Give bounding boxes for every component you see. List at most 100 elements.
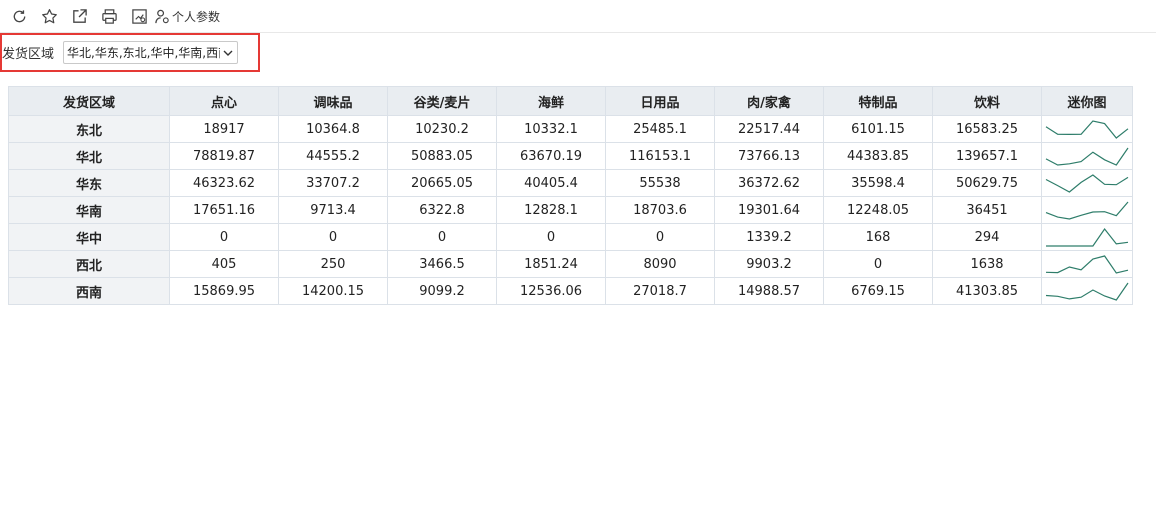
star-icon[interactable] [34,1,64,31]
value-cell[interactable]: 9099.2 [387,277,497,305]
value-cell[interactable]: 0 [823,250,933,278]
sparkline-cell [1041,250,1133,278]
column-header[interactable]: 特制品 [823,86,933,116]
value-cell[interactable]: 0 [605,223,715,251]
value-cell[interactable]: 250 [278,250,388,278]
value-cell[interactable]: 14200.15 [278,277,388,305]
value-cell[interactable]: 12828.1 [496,196,606,224]
value-cell[interactable]: 405 [169,250,279,278]
export-icon[interactable] [64,1,94,31]
filter-label: 发货区域 [2,47,55,62]
value-cell[interactable]: 12536.06 [496,277,606,305]
value-cell[interactable]: 50629.75 [932,169,1042,197]
sparkline-cell [1041,277,1133,305]
value-cell[interactable]: 41303.85 [932,277,1042,305]
region-cell[interactable]: 华东 [8,169,170,197]
value-cell[interactable]: 78819.87 [169,142,279,170]
sparkline-cell [1041,169,1133,197]
user-params-icon [155,9,169,23]
column-header[interactable]: 点心 [169,86,279,116]
refresh-icon[interactable] [4,1,34,31]
sparkline-chart [1045,174,1129,193]
column-header[interactable]: 日用品 [605,86,715,116]
value-cell[interactable]: 10364.8 [278,115,388,143]
region-cell[interactable]: 西北 [8,250,170,278]
value-cell[interactable]: 1851.24 [496,250,606,278]
column-header[interactable]: 发货区域 [8,86,170,116]
value-cell[interactable]: 25485.1 [605,115,715,143]
sparkline-chart [1045,255,1129,274]
sparkline-line [1045,147,1129,166]
value-cell[interactable]: 1638 [932,250,1042,278]
value-cell[interactable]: 0 [496,223,606,251]
value-cell[interactable]: 12248.05 [823,196,933,224]
sales-table: 发货区域 点心 调味品 谷类/麦片 海鲜 日用品 肉/家禽 特制品 饮料 迷你图… [8,86,1133,305]
sparkline-chart [1046,227,1129,247]
value-cell[interactable]: 6322.8 [387,196,497,224]
value-cell[interactable]: 19301.64 [714,196,824,224]
value-cell[interactable]: 44555.2 [278,142,388,170]
value-cell[interactable]: 22517.44 [714,115,824,143]
value-cell[interactable]: 9903.2 [714,250,824,278]
value-cell[interactable]: 16583.25 [932,115,1042,143]
column-header[interactable]: 迷你图 [1041,86,1133,116]
value-cell[interactable]: 18917 [169,115,279,143]
value-cell[interactable]: 20665.05 [387,169,497,197]
value-cell[interactable]: 17651.16 [169,196,279,224]
value-cell[interactable]: 50883.05 [387,142,497,170]
value-cell[interactable]: 15869.95 [169,277,279,305]
value-cell[interactable]: 14988.57 [714,277,824,305]
value-cell[interactable]: 1339.2 [714,223,824,251]
value-cell[interactable]: 46323.62 [169,169,279,197]
value-cell[interactable]: 9713.4 [278,196,388,224]
value-cell[interactable]: 6769.15 [823,277,933,305]
sparkline-line [1045,255,1129,274]
region-cell[interactable]: 华南 [8,196,170,224]
value-cell[interactable]: 63670.19 [496,142,606,170]
column-header[interactable]: 谷类/麦片 [387,86,497,116]
report-settings-icon[interactable] [124,1,154,31]
value-cell[interactable]: 3466.5 [387,250,497,278]
value-cell[interactable]: 6101.15 [823,115,933,143]
table-row: 华北 78819.87 44555.2 50883.05 63670.19 116153.… [8,142,1133,170]
print-icon[interactable] [94,1,124,31]
column-header[interactable]: 调味品 [278,86,388,116]
table-row: 西南 15869.95 14200.15 9099.2 12536.06 27018.7 1… [8,277,1133,305]
value-cell[interactable]: 0 [278,223,388,251]
region-cell[interactable]: 华北 [8,142,170,170]
value-cell[interactable]: 168 [823,223,933,251]
value-cell[interactable]: 55538 [605,169,715,197]
value-cell[interactable]: 36372.62 [714,169,824,197]
value-cell[interactable]: 18703.6 [605,196,715,224]
sparkline-line [1045,201,1129,220]
column-header[interactable]: 肉/家禽 [714,86,824,116]
value-cell[interactable]: 10230.2 [387,115,497,143]
value-cell[interactable]: 0 [169,223,279,251]
value-cell[interactable]: 294 [932,223,1042,251]
region-cell[interactable]: 东北 [8,115,170,143]
value-cell[interactable]: 35598.4 [823,169,933,197]
sparkline-line [1045,282,1129,301]
value-cell[interactable]: 27018.7 [605,277,715,305]
table-row: 华东 46323.62 33707.2 20665.05 40405.4 55538 363… [8,169,1133,197]
value-cell[interactable]: 116153.1 [605,142,715,170]
value-cell[interactable]: 73766.13 [714,142,824,170]
sparkline-line [1046,227,1129,247]
value-cell[interactable]: 139657.1 [932,142,1042,170]
value-cell[interactable]: 36451 [932,196,1042,224]
column-header[interactable]: 饮料 [932,86,1042,116]
region-cell[interactable]: 西南 [8,277,170,305]
value-cell[interactable]: 33707.2 [278,169,388,197]
value-cell[interactable]: 8090 [605,250,715,278]
region-cell[interactable]: 华中 [8,223,170,251]
region-filter: 发货区域 华北,华东,东北,华中,华南,西南,西北 [0,33,260,72]
toolbar: 个人参数 [0,0,1156,33]
value-cell[interactable]: 40405.4 [496,169,606,197]
value-cell[interactable]: 44383.85 [823,142,933,170]
sparkline-line [1045,120,1129,139]
value-cell[interactable]: 0 [387,223,497,251]
column-header[interactable]: 海鲜 [496,86,606,116]
personal-params-button[interactable]: 个人参数 [154,1,220,31]
value-cell[interactable]: 10332.1 [496,115,606,143]
region-select[interactable]: 华北,华东,东北,华中,华南,西南,西北 [63,41,239,64]
